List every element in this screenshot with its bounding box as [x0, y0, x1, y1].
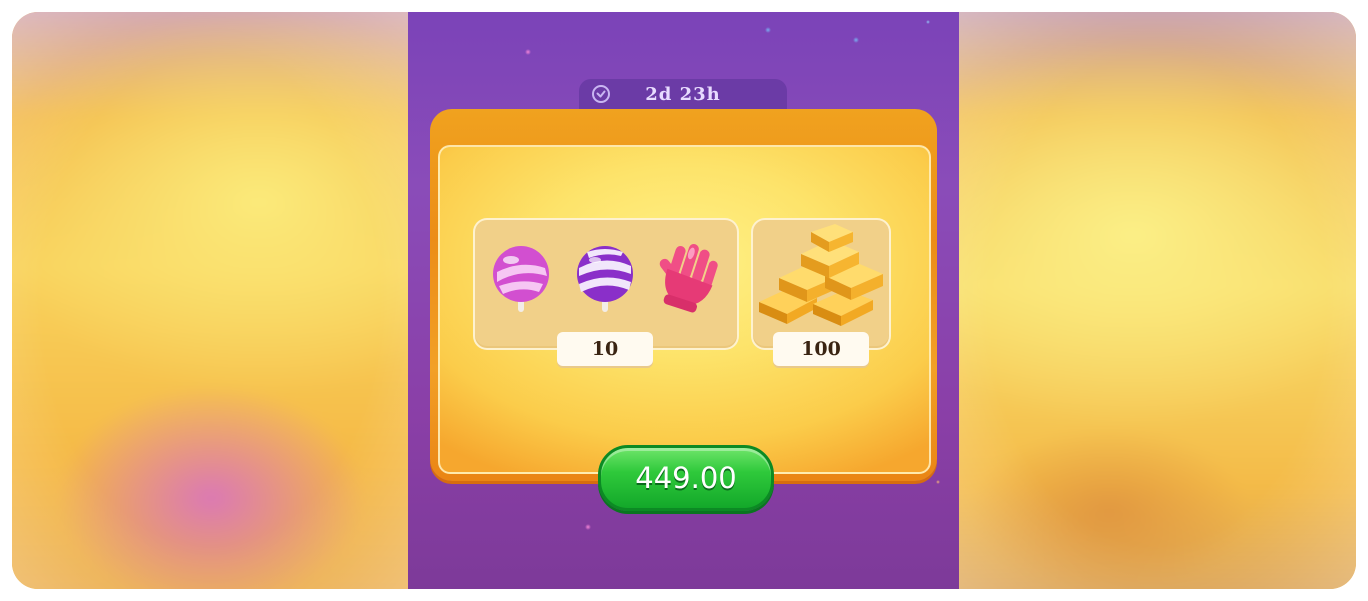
striped-lollipop-icon — [577, 246, 633, 312]
blurred-background-right — [958, 12, 1356, 589]
clock-icon — [592, 85, 610, 103]
gold-count-label: 100 — [773, 332, 869, 366]
offer-panel: 10 100 — [430, 109, 937, 481]
blurred-background-left — [12, 12, 410, 589]
pink-lollipop-hammer-icon — [493, 246, 549, 312]
boosters-count-label: 10 — [557, 332, 653, 366]
buy-price-button[interactable]: 449.00 — [598, 445, 774, 511]
gold-slot — [751, 218, 891, 350]
game-window: 2d 23h 10 100 449.00 — [12, 12, 1356, 589]
offer-popup: 2d 23h 10 100 449.00 — [408, 12, 959, 589]
timer-text: 2d 23h — [645, 83, 721, 105]
gold-bars-icon — [759, 224, 883, 326]
pink-glove-icon — [659, 243, 718, 313]
offer-timer: 2d 23h — [579, 79, 787, 109]
boosters-slot — [473, 218, 739, 350]
offer-contents: 10 100 — [438, 145, 931, 474]
